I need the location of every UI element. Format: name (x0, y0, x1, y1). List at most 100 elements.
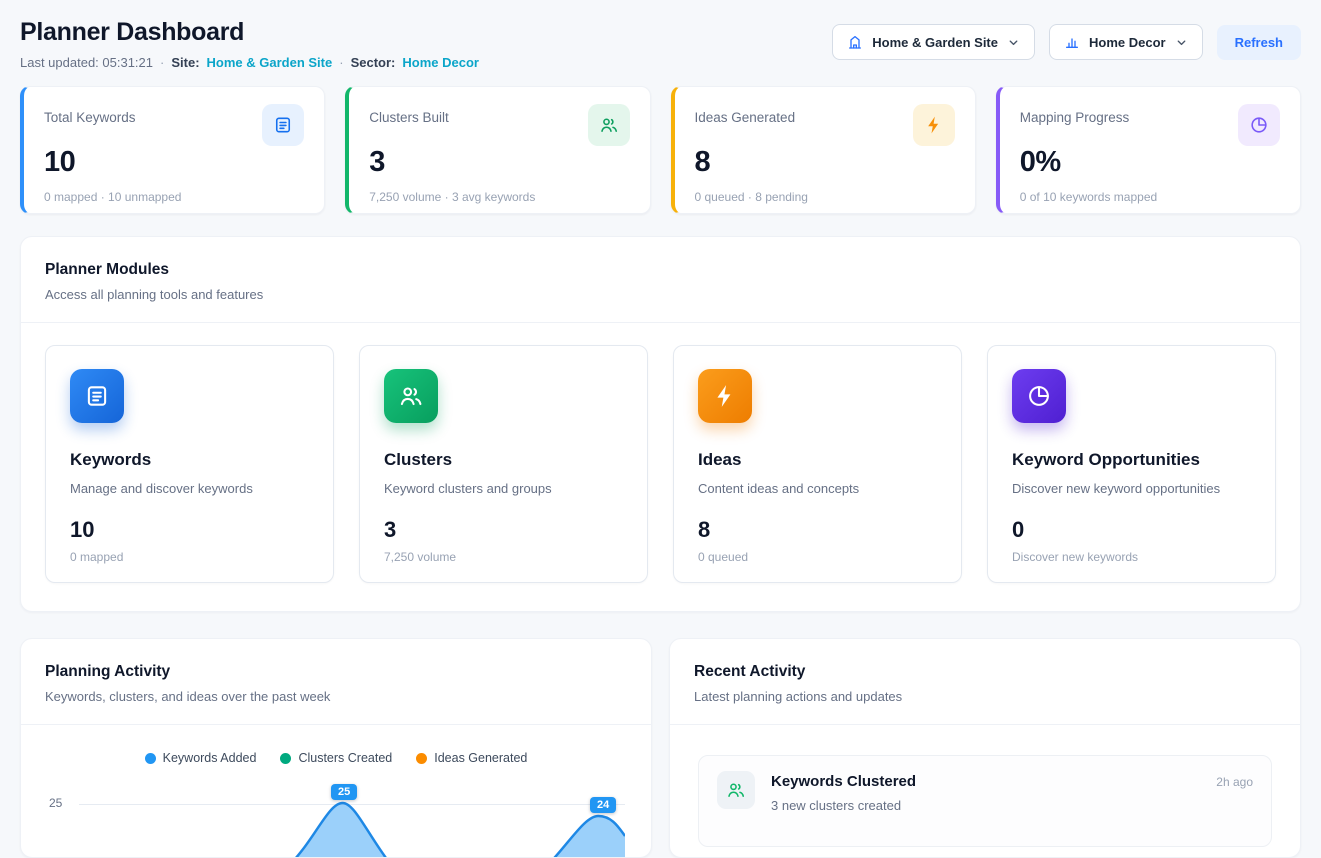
module-description: Keyword clusters and groups (384, 481, 623, 496)
legend-label: Ideas Generated (434, 751, 527, 765)
stat-label: Mapping Progress (1020, 104, 1130, 125)
meta-separator: · (339, 55, 343, 70)
building-icon (847, 34, 863, 50)
module-title: Ideas (698, 450, 937, 470)
recent-item-time: 2h ago (1216, 771, 1253, 789)
panel-subtitle: Keywords, clusters, and ideas over the p… (45, 689, 627, 704)
planner-modules-panel: Planner Modules Access all planning tool… (20, 236, 1301, 612)
module-caption: 0 mapped (70, 550, 309, 564)
recent-item-title: Keywords Clustered (771, 771, 916, 790)
panel-subtitle: Latest planning actions and updates (694, 689, 1276, 704)
sector-selector[interactable]: Home Decor (1049, 24, 1203, 60)
module-caption: Discover new keywords (1012, 550, 1251, 564)
activity-panel-header: Planning Activity Keywords, clusters, an… (21, 639, 651, 725)
module-card-clusters[interactable]: Clusters Keyword clusters and groups 3 7… (359, 345, 648, 583)
recent-item-text: Keywords Clustered 3 new clusters create… (771, 771, 916, 813)
modules-grid: Keywords Manage and discover keywords 10… (21, 323, 1300, 611)
header-controls: Home & Garden Site Home Decor Refresh (832, 24, 1301, 60)
point-label: 25 (331, 784, 357, 800)
meta-separator: · (160, 55, 164, 70)
panel-title: Recent Activity (694, 663, 1276, 681)
module-card-keywords[interactable]: Keywords Manage and discover keywords 10… (45, 345, 334, 583)
sector-selector-label: Home Decor (1089, 35, 1166, 50)
stat-caption: 7,250 volume · 3 avg keywords (369, 190, 629, 204)
site-label: Site: (171, 55, 199, 70)
stat-card-total-keywords: Total Keywords 10 0 mapped · 10 unmapped (20, 86, 325, 214)
refresh-button[interactable]: Refresh (1217, 25, 1301, 60)
stat-label: Total Keywords (44, 104, 136, 125)
last-updated-text: Last updated: 05:31:21 (20, 55, 153, 70)
stat-label: Clusters Built (369, 104, 449, 125)
stat-card-mapping-progress: Mapping Progress 0% 0 of 10 keywords map… (996, 86, 1301, 214)
panel-subtitle: Access all planning tools and features (45, 287, 1276, 302)
module-value: 0 (1012, 517, 1251, 543)
bottom-row: Planning Activity Keywords, clusters, an… (20, 638, 1301, 858)
stat-value: 3 (369, 146, 629, 179)
activity-chart-body: Keywords Added Clusters Created Ideas Ge… (21, 725, 651, 857)
chevron-down-icon (1175, 36, 1188, 49)
module-card-ideas[interactable]: Ideas Content ideas and concepts 8 0 que… (673, 345, 962, 583)
stat-label: Ideas Generated (695, 104, 796, 125)
sector-label: Sector: (351, 55, 396, 70)
pie-chart-icon (1238, 104, 1280, 146)
stat-card-ideas-generated: Ideas Generated 8 0 queued · 8 pending (671, 86, 976, 214)
legend-label: Keywords Added (163, 751, 257, 765)
recent-activity-panel: Recent Activity Latest planning actions … (669, 638, 1301, 858)
point-label: 24 (590, 797, 616, 813)
chevron-down-icon (1007, 36, 1020, 49)
users-icon (384, 369, 438, 423)
legend-item-clusters-created[interactable]: Clusters Created (280, 751, 392, 765)
module-value: 8 (698, 517, 937, 543)
site-link[interactable]: Home & Garden Site (207, 55, 333, 70)
users-icon (717, 771, 755, 809)
recent-activity-item: Keywords Clustered 3 new clusters create… (698, 755, 1272, 847)
planning-activity-panel: Planning Activity Keywords, clusters, an… (20, 638, 652, 858)
module-description: Discover new keyword opportunities (1012, 481, 1251, 496)
legend-dot (416, 753, 427, 764)
recent-panel-header: Recent Activity Latest planning actions … (670, 639, 1300, 725)
users-icon (588, 104, 630, 146)
stat-caption: 0 of 10 keywords mapped (1020, 190, 1280, 204)
stat-value: 8 (695, 146, 955, 179)
recent-activity-list: Keywords Clustered 3 new clusters create… (670, 725, 1300, 847)
module-card-keyword-opportunities[interactable]: Keyword Opportunities Discover new keywo… (987, 345, 1276, 583)
stat-value: 0% (1020, 146, 1280, 179)
module-value: 3 (384, 517, 623, 543)
header-left: Planner Dashboard Last updated: 05:31:21… (20, 18, 479, 70)
module-title: Keywords (70, 450, 309, 470)
stat-card-clusters-built: Clusters Built 3 7,250 volume · 3 avg ke… (345, 86, 650, 214)
keywords-added-series (79, 794, 625, 858)
panel-title: Planner Modules (45, 261, 1276, 279)
page-title: Planner Dashboard (20, 18, 479, 47)
bolt-icon (913, 104, 955, 146)
stat-caption: 0 queued · 8 pending (695, 190, 955, 204)
bar-chart-icon (1064, 34, 1080, 50)
module-description: Content ideas and concepts (698, 481, 937, 496)
header-meta: Last updated: 05:31:21 · Site: Home & Ga… (20, 55, 479, 70)
legend-dot (280, 753, 291, 764)
module-caption: 7,250 volume (384, 550, 623, 564)
recent-item-description: 3 new clusters created (771, 798, 916, 813)
site-selector-label: Home & Garden Site (872, 35, 998, 50)
legend-label: Clusters Created (298, 751, 392, 765)
legend-item-keywords-added[interactable]: Keywords Added (145, 751, 257, 765)
module-value: 10 (70, 517, 309, 543)
document-icon (70, 369, 124, 423)
bolt-icon (698, 369, 752, 423)
module-caption: 0 queued (698, 550, 937, 564)
module-title: Clusters (384, 450, 623, 470)
sector-link[interactable]: Home Decor (402, 55, 479, 70)
chart-legend: Keywords Added Clusters Created Ideas Ge… (45, 751, 627, 765)
page-header: Planner Dashboard Last updated: 05:31:21… (20, 18, 1301, 70)
stat-value: 10 (44, 146, 304, 179)
area-chart: 25 25 24 (45, 783, 627, 857)
module-title: Keyword Opportunities (1012, 450, 1251, 470)
legend-dot (145, 753, 156, 764)
stats-row: Total Keywords 10 0 mapped · 10 unmapped… (20, 86, 1301, 214)
legend-item-ideas-generated[interactable]: Ideas Generated (416, 751, 527, 765)
site-selector[interactable]: Home & Garden Site (832, 24, 1035, 60)
module-description: Manage and discover keywords (70, 481, 309, 496)
pie-chart-icon (1012, 369, 1066, 423)
modules-panel-header: Planner Modules Access all planning tool… (21, 237, 1300, 323)
planner-dashboard-page: Planner Dashboard Last updated: 05:31:21… (0, 0, 1321, 832)
